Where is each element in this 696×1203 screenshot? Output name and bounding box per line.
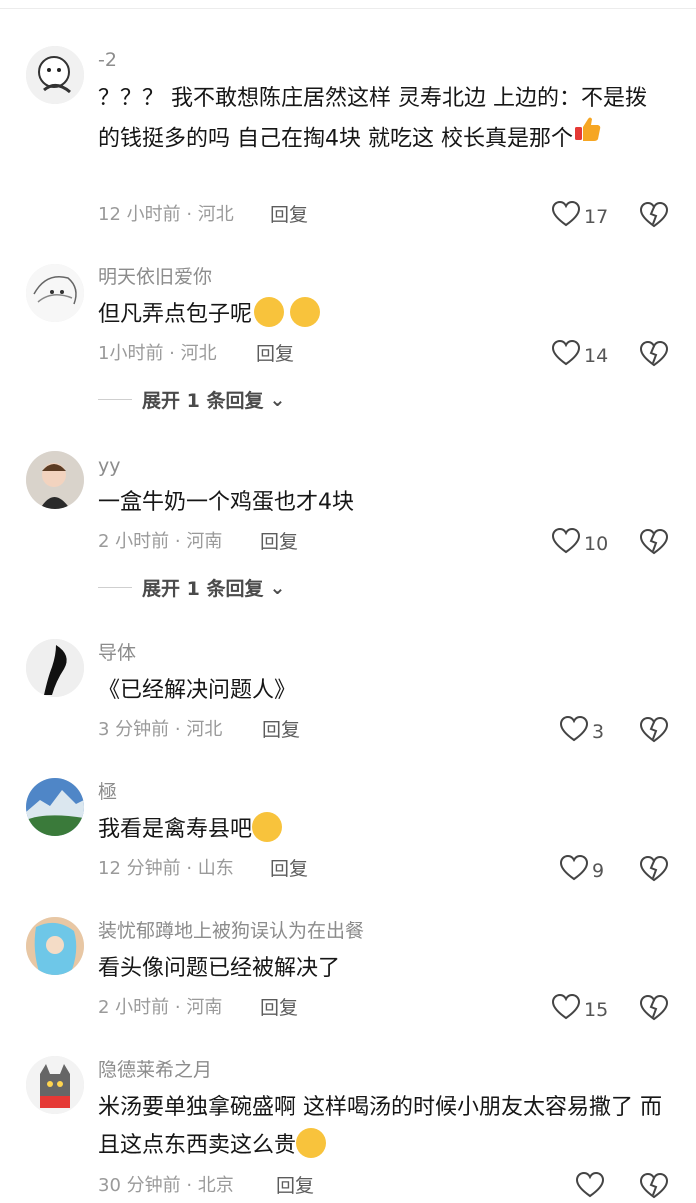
avatar[interactable] (26, 639, 84, 697)
like-count: 3 (592, 720, 605, 743)
heart-icon (575, 1171, 605, 1203)
comment-text: 但凡弄点包子呢 (98, 296, 668, 334)
avatar[interactable] (26, 917, 84, 975)
pleading-face-icon (290, 297, 321, 327)
dislike-button[interactable] (639, 528, 669, 555)
like-button[interactable]: 3 (559, 715, 605, 747)
comment-text: 一盒牛奶一个鸡蛋也才4块 (98, 490, 354, 515)
comment-text: 《已经解决问题人》 (98, 678, 297, 703)
chevron-down-icon: ⌄ (269, 576, 286, 599)
like-count: 17 (584, 205, 609, 228)
broken-heart-icon (639, 528, 669, 555)
comment-time-location: 3 分钟前 · 河北 (98, 719, 223, 740)
comment-username[interactable]: 装忧郁蹲地上被狗误认为在出餐 (98, 919, 364, 943)
like-button[interactable] (575, 1171, 608, 1203)
reply-button[interactable]: 回复 (260, 996, 298, 1020)
comment-username[interactable]: 明天依旧爱你 (98, 265, 212, 289)
broken-heart-icon (639, 716, 669, 743)
avatar[interactable] (26, 1056, 84, 1114)
comment-time-location: 12 分钟前 · 山东 (98, 858, 234, 879)
chevron-down-icon: ⌄ (269, 388, 286, 411)
like-button[interactable]: 10 (551, 527, 609, 559)
dislike-button[interactable] (639, 340, 669, 367)
expand-divider (98, 587, 132, 588)
top-divider (0, 0, 696, 9)
pleading-face-icon (254, 297, 285, 327)
broken-heart-icon (639, 855, 669, 882)
comment-username[interactable]: 極 (98, 780, 117, 804)
expand-replies-button[interactable]: 展开 1 条回复 ⌄ (98, 386, 285, 413)
dislike-button[interactable] (639, 716, 669, 743)
comment-text: 看头像问题已经被解决了 (98, 956, 341, 981)
heart-icon (559, 854, 589, 886)
comment-time-location: 2 小时前 · 河南 (98, 997, 223, 1018)
comment-time-location: 1小时前 · 河北 (98, 343, 217, 364)
reply-button[interactable]: 回复 (256, 342, 294, 366)
avatar[interactable] (26, 46, 84, 104)
like-count: 15 (584, 998, 609, 1021)
heart-icon (559, 715, 589, 747)
broken-heart-icon (639, 1172, 669, 1199)
comment-username[interactable]: -2 (98, 48, 117, 72)
flushed-face-icon (296, 1128, 327, 1158)
broken-heart-icon (639, 994, 669, 1021)
thumbs-up-icon (573, 114, 603, 157)
avatar[interactable] (26, 451, 84, 509)
broken-heart-icon (639, 340, 669, 367)
loudly-crying-face-icon (252, 812, 283, 842)
like-button[interactable]: 17 (551, 200, 609, 232)
avatar[interactable] (26, 778, 84, 836)
expand-replies-button[interactable]: 展开 1 条回复 ⌄ (98, 574, 285, 601)
like-button[interactable]: 15 (551, 993, 609, 1025)
heart-icon (551, 993, 581, 1025)
comment-time-location: 30 分钟前 · 北京 (98, 1175, 234, 1196)
dislike-button[interactable] (639, 994, 669, 1021)
comment-username[interactable]: 导体 (98, 641, 136, 665)
heart-icon (551, 339, 581, 371)
like-count: 14 (584, 344, 609, 367)
comment-time-location: 12 小时前 · 河北 (98, 204, 234, 225)
reply-button[interactable]: 回复 (260, 530, 298, 554)
comment-text: 米汤要单独拿碗盛啊 这样喝汤的时候小朋友太容易撒了 而且这点东西卖这么贵 (98, 1095, 662, 1158)
reply-button[interactable]: 回复 (262, 718, 300, 742)
dislike-button[interactable] (639, 1172, 669, 1199)
like-count: 9 (592, 859, 605, 882)
comment-username[interactable]: 隐德莱希之月 (98, 1058, 212, 1082)
dislike-button[interactable] (639, 201, 669, 228)
like-button[interactable]: 9 (559, 854, 605, 886)
like-count: 10 (584, 532, 609, 555)
reply-button[interactable]: 回复 (270, 203, 308, 227)
comment-text: 我看是禽寿县吧 (98, 811, 668, 849)
broken-heart-icon (639, 201, 669, 228)
reply-button[interactable]: 回复 (276, 1174, 314, 1198)
comment-username[interactable]: yy (98, 454, 121, 478)
like-button[interactable]: 14 (551, 339, 609, 371)
heart-icon (551, 527, 581, 559)
expand-divider (98, 399, 132, 400)
dislike-button[interactable] (639, 855, 669, 882)
heart-icon (551, 200, 581, 232)
reply-button[interactable]: 回复 (270, 857, 308, 881)
comment-time-location: 2 小时前 · 河南 (98, 531, 223, 552)
avatar[interactable] (26, 264, 84, 322)
comment-text: ？？？ 我不敢想陈庄居然这样 灵寿北边 上边的：不是拨的钱挺多的吗 自己在掏4块… (98, 80, 668, 161)
